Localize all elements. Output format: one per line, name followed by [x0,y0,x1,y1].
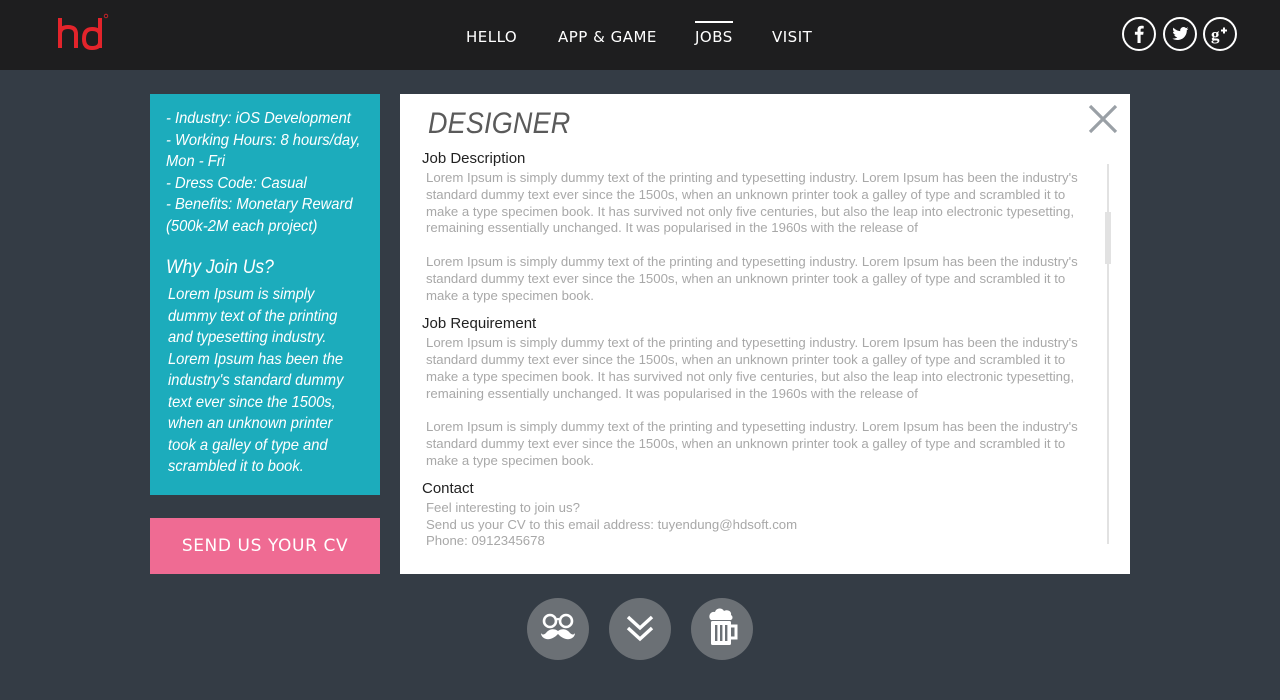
contact-heading: Contact [422,479,474,497]
job-title: DESIGNER [428,107,571,140]
job-description-heading: Job Description [422,150,526,167]
contact-line-invite: Feel interesting to join us? [426,499,580,515]
info-benefits: - Benefits: Monetary Reward (500k-2M eac… [166,196,353,235]
mustache-glasses-icon[interactable] [527,598,589,660]
info-dress-code: - Dress Code: Casual [166,174,307,192]
contact-line-phone: Phone: 0912345678 [426,533,545,548]
nav-jobs[interactable]: JOBS [695,21,733,46]
job-requirement-heading: Job Requirement [422,315,537,333]
nav-hello[interactable]: HELLO [466,28,517,46]
top-navigation-bar: HELLO APP & GAME JOBS VISIT g [0,0,1280,70]
nav-visit[interactable]: VISIT [772,28,812,46]
twitter-icon[interactable] [1163,17,1197,51]
job-description-text-2: Lorem Ipsum is simply dummy text of the … [426,254,1078,303]
info-working-hours: - Working Hours: 8 hours/day, Mon - Fri [166,131,361,171]
contact-line-email: Send us your CV to this email address: t… [426,516,798,532]
info-industry: - Industry: iOS Development [166,110,351,127]
why-join-text: Lorem Ipsum is simply dummy text of the … [168,286,344,475]
job-requirement-text: Lorem Ipsum is simply dummy text of the … [426,335,1078,401]
main-nav: HELLO APP & GAME JOBS VISIT [0,0,1280,70]
scrollbar-thumb[interactable] [1105,212,1111,264]
send-cv-button[interactable]: SEND US YOUR CV [150,518,380,574]
nav-app-and-game[interactable]: APP & GAME [558,28,657,46]
job-summary-panel: - Industry: iOS Development - Working Ho… [150,94,380,495]
facebook-icon[interactable] [1122,17,1156,51]
double-chevron-down-icon[interactable] [609,598,671,660]
svg-text:g: g [1211,25,1220,44]
google-plus-icon[interactable]: g [1203,17,1237,51]
close-icon[interactable] [1086,102,1120,136]
job-detail-panel: DESIGNER Job Description Lorem Ipsum is … [400,94,1130,574]
job-requirement-text-2: Lorem Ipsum is simply dummy text of the … [426,419,1078,468]
job-description-text: Lorem Ipsum is simply dummy text of the … [426,170,1078,236]
job-detail-content[interactable]: Job Description Lorem Ipsum is simply du… [422,150,1094,548]
beer-mug-icon[interactable] [691,598,753,660]
why-join-heading: Why Join Us? [166,257,274,278]
